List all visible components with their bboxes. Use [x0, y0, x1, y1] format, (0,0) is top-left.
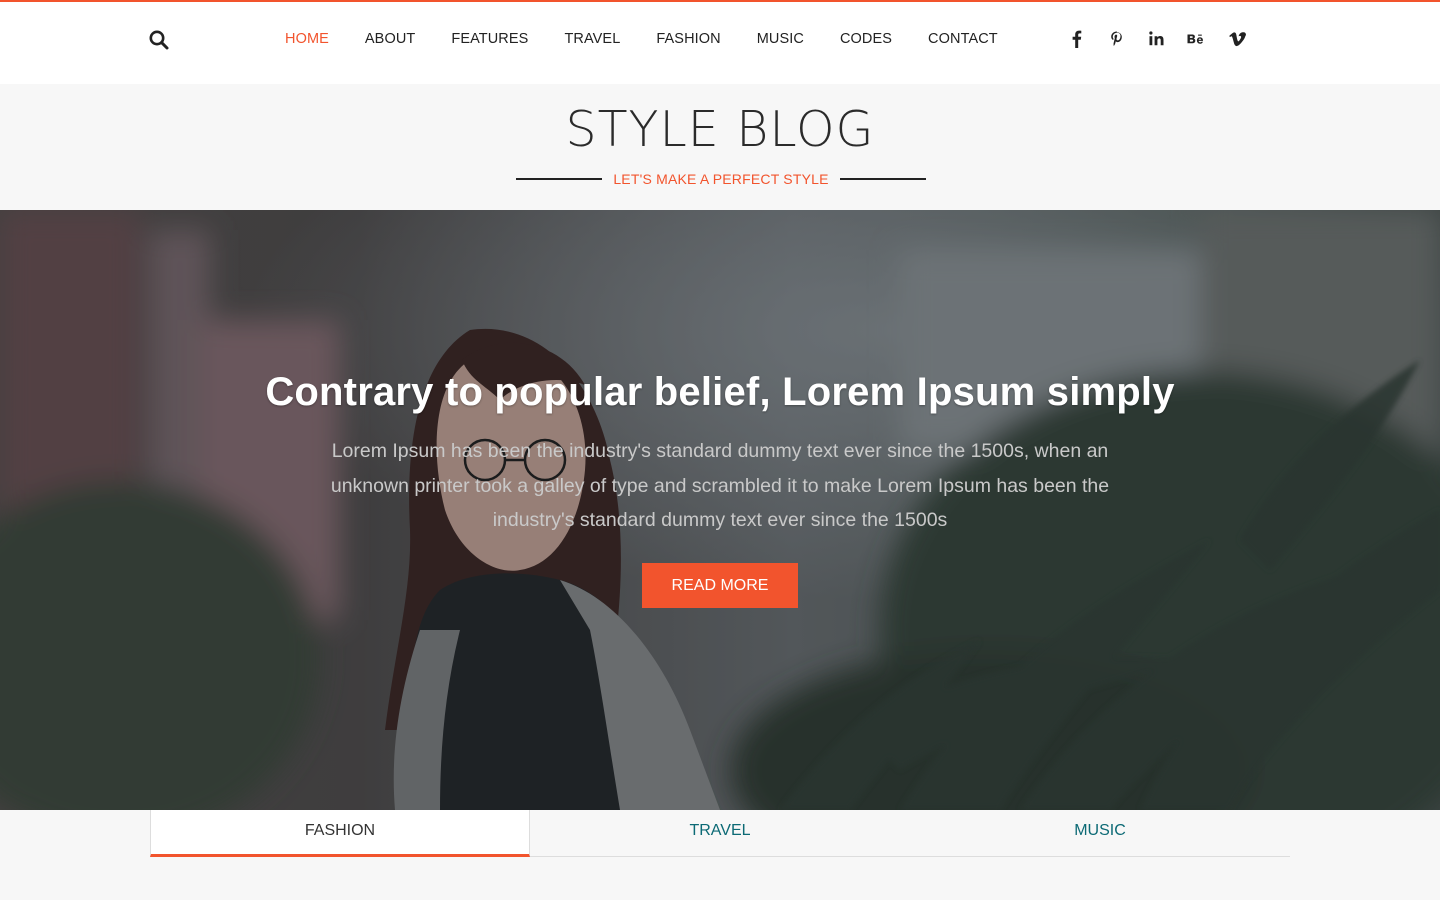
nav-item-travel[interactable]: TRAVEL: [564, 29, 620, 49]
facebook-icon[interactable]: [1066, 28, 1088, 50]
hero-slider: Contrary to popular belief, Lorem Ipsum …: [0, 210, 1440, 810]
pinterest-icon[interactable]: [1106, 28, 1128, 50]
vimeo-icon[interactable]: [1226, 28, 1248, 50]
nav-item-music[interactable]: MUSIC: [757, 29, 804, 49]
nav-item-about[interactable]: ABOUT: [365, 29, 415, 49]
read-more-button[interactable]: READ MORE: [642, 563, 798, 608]
tab-music[interactable]: MUSIC: [910, 810, 1290, 857]
top-navbar: HOME ABOUT FEATURES TRAVEL FASHION MUSIC…: [0, 0, 1440, 84]
social-links: [1066, 28, 1266, 50]
search-icon[interactable]: [147, 28, 171, 52]
nav-item-home[interactable]: HOME: [285, 29, 329, 49]
nav-item-features[interactable]: FEATURES: [451, 29, 528, 49]
site-branding: STYLE BLOG LET'S MAKE A PERFECT STYLE: [0, 84, 1440, 210]
main-nav: HOME ABOUT FEATURES TRAVEL FASHION MUSIC…: [285, 29, 1034, 49]
site-title[interactable]: STYLE BLOG: [0, 102, 1440, 158]
tagline-divider-right: [840, 178, 926, 180]
tab-travel[interactable]: TRAVEL: [530, 810, 910, 857]
nav-item-fashion[interactable]: FASHION: [656, 29, 720, 49]
linkedin-icon[interactable]: [1146, 28, 1168, 50]
category-tabs: FASHION TRAVEL MUSIC: [150, 810, 1290, 857]
behance-icon[interactable]: [1186, 28, 1208, 50]
hero-title[interactable]: Contrary to popular belief, Lorem Ipsum …: [0, 366, 1440, 418]
tagline-row: LET'S MAKE A PERFECT STYLE: [516, 170, 926, 188]
nav-item-contact[interactable]: CONTACT: [928, 29, 998, 49]
nav-item-codes[interactable]: CODES: [840, 29, 892, 49]
hero-description: Lorem Ipsum has been the industry's stan…: [330, 440, 1110, 531]
tab-fashion[interactable]: FASHION: [150, 810, 530, 857]
